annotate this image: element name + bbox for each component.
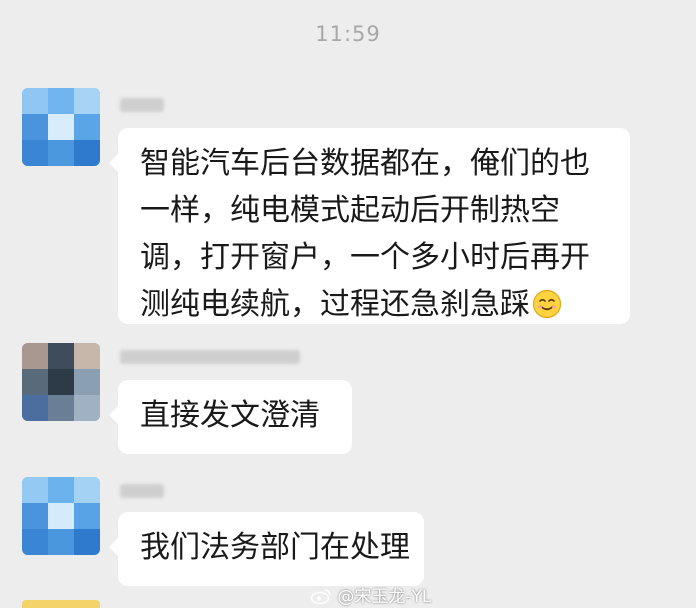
message-bubble[interactable]: 我们法务部门在处理 <box>109 512 424 586</box>
pixelated-avatar-image <box>22 477 100 555</box>
message-text: 我们法务部门在处理 <box>140 530 410 565</box>
blurred-sender-name <box>120 484 164 498</box>
avatar[interactable] <box>22 343 100 421</box>
pixelated-avatar-image <box>22 88 100 166</box>
blurred-sender-name <box>120 98 164 112</box>
avatar[interactable] <box>22 477 100 555</box>
message-bubble[interactable]: 智能汽车后台数据都在，俺们的也 一样，纯电模式起动后开制热空 调，打开窗户，一个… <box>109 128 630 324</box>
blurred-sender-name <box>120 350 300 364</box>
message-text-line: 测纯电续航，过程还急刹急踩 <box>140 281 630 328</box>
watermark: @宋玉龙-YL <box>310 582 431 607</box>
message-text-line: 一样，纯电模式起动后开制热空 <box>140 193 560 228</box>
message-bubble[interactable]: 直接发文澄清 <box>109 380 352 454</box>
message-text-line: 智能汽车后台数据都在，俺们的也 <box>140 146 590 181</box>
pixelated-avatar-image <box>22 343 100 421</box>
message-text-line: 调，打开窗户，一个多小时后再开 <box>140 240 590 275</box>
weibo-icon <box>310 589 331 604</box>
watermark-text: @宋玉龙-YL <box>337 587 432 607</box>
avatar[interactable] <box>22 88 100 166</box>
message-timestamp: 11:59 <box>315 22 381 46</box>
smiling-face-icon <box>532 289 562 319</box>
next-avatar-edge <box>22 600 100 608</box>
message-text: 直接发文澄清 <box>140 398 320 433</box>
